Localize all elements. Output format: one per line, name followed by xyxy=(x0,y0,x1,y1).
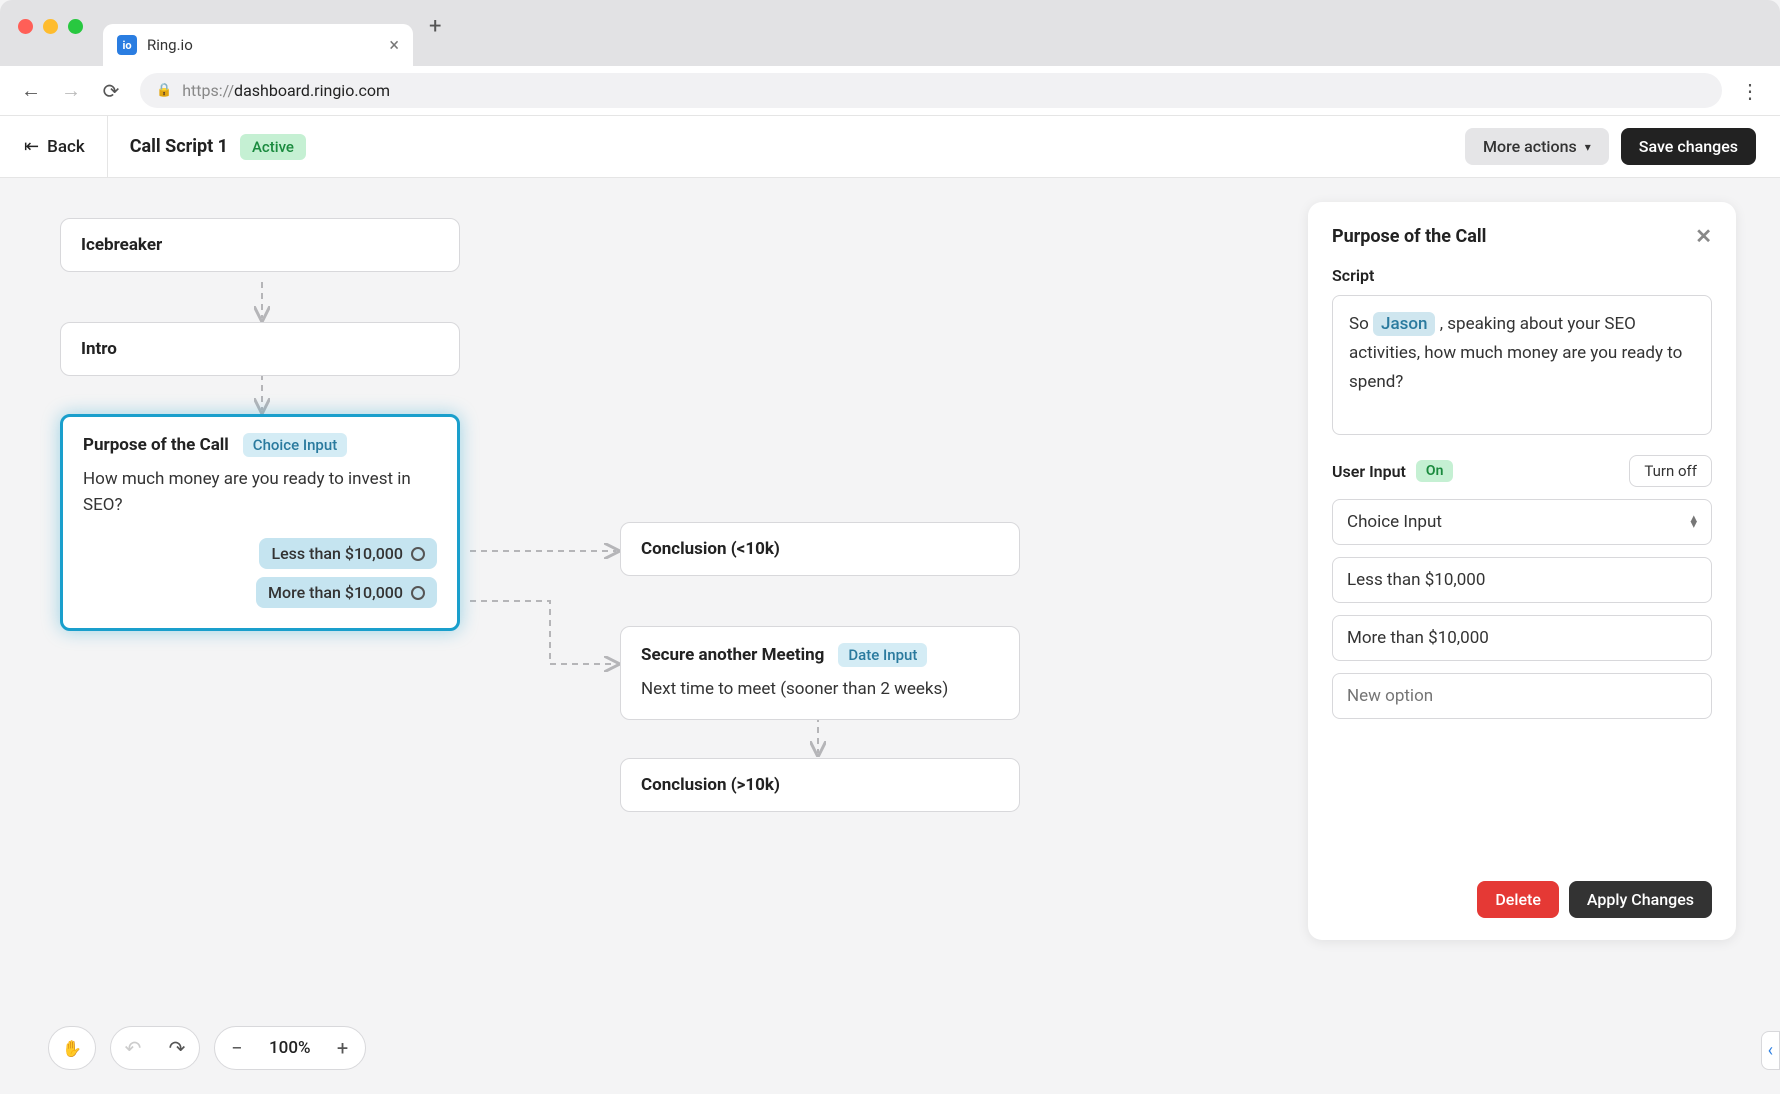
zoom-out-button[interactable]: − xyxy=(215,1036,259,1060)
date-input-tag: Date Input xyxy=(838,643,927,667)
chevron-down-icon: ▾ xyxy=(1585,140,1591,154)
zoom-in-button[interactable]: + xyxy=(321,1036,365,1060)
expand-panel-tab[interactable]: ‹ xyxy=(1761,1031,1780,1070)
node-title: Secure another Meeting xyxy=(641,645,824,665)
favicon-icon: io xyxy=(117,35,137,55)
zoom-controls: ✋ ↶ ↷ − 100% + xyxy=(48,1026,366,1070)
address-bar[interactable]: 🔒 https://dashboard.ringio.com xyxy=(140,73,1722,108)
browser-toolbar: ← → ⟳ 🔒 https://dashboard.ringio.com ⋮ xyxy=(0,66,1780,116)
save-button[interactable]: Save changes xyxy=(1621,128,1756,165)
lock-icon: 🔒 xyxy=(156,83,172,98)
page-title: Call Script 1 xyxy=(130,136,228,157)
script-textarea[interactable]: So Jason , speaking about your SEO activ… xyxy=(1332,295,1712,435)
chevron-left-icon: ‹ xyxy=(1768,1040,1773,1061)
select-caret-icon: ▴▾ xyxy=(1690,516,1697,528)
option-input-1[interactable] xyxy=(1332,557,1712,603)
node-purpose[interactable]: Purpose of the Call Choice Input How muc… xyxy=(60,414,460,631)
node-body: Next time to meet (sooner than 2 weeks) xyxy=(641,677,999,703)
browser-tab[interactable]: io Ring.io × xyxy=(103,24,413,66)
node-title: Icebreaker xyxy=(81,235,439,255)
minimize-window-icon[interactable] xyxy=(43,19,58,34)
node-body: How much money are you ready to invest i… xyxy=(83,467,437,518)
script-label: Script xyxy=(1332,266,1712,285)
choice-option-1[interactable]: Less than $10,000 xyxy=(259,538,437,569)
back-icon[interactable]: ← xyxy=(20,80,42,102)
tab-title: Ring.io xyxy=(147,36,379,54)
flow-canvas[interactable]: Icebreaker Intro Purpose of the Call Cho… xyxy=(0,178,1780,1094)
option-input-2[interactable] xyxy=(1332,615,1712,661)
node-title: Conclusion (<10k) xyxy=(641,539,999,559)
back-label: Back xyxy=(47,137,85,157)
more-actions-label: More actions xyxy=(1483,137,1577,156)
panel-title: Purpose of the Call xyxy=(1332,226,1486,247)
user-input-status-badge: On xyxy=(1416,460,1453,482)
back-button[interactable]: ⇤ Back xyxy=(24,116,108,178)
node-title: Conclusion (>10k) xyxy=(641,775,999,795)
node-conclusion-lt10k[interactable]: Conclusion (<10k) xyxy=(620,522,1020,576)
node-conclusion-gt10k[interactable]: Conclusion (>10k) xyxy=(620,758,1020,812)
zoom-group: − 100% + xyxy=(214,1026,366,1070)
reload-icon[interactable]: ⟳ xyxy=(100,80,122,102)
node-secure-meeting[interactable]: Secure another Meeting Date Input Next t… xyxy=(620,626,1020,720)
window-controls xyxy=(18,19,83,34)
script-text-prefix: So xyxy=(1349,314,1373,334)
status-badge: Active xyxy=(240,134,306,160)
back-arrow-icon: ⇤ xyxy=(24,136,39,157)
forward-icon[interactable]: → xyxy=(60,80,82,102)
browser-tab-strip: io Ring.io × + xyxy=(0,0,1780,66)
input-type-select[interactable]: Choice Input ▴▾ xyxy=(1332,499,1712,545)
turn-off-button[interactable]: Turn off xyxy=(1629,455,1712,487)
undo-button[interactable]: ↶ xyxy=(111,1036,155,1060)
app-header: ⇤ Back Call Script 1 Active More actions… xyxy=(0,116,1780,178)
new-tab-button[interactable]: + xyxy=(429,14,441,39)
node-title: Purpose of the Call xyxy=(83,435,229,455)
pan-tool-button[interactable]: ✋ xyxy=(48,1026,96,1070)
new-option-input[interactable] xyxy=(1332,673,1712,719)
hand-icon: ✋ xyxy=(62,1039,82,1058)
output-port-icon[interactable] xyxy=(411,547,425,561)
select-value: Choice Input xyxy=(1347,512,1442,532)
browser-menu-icon[interactable]: ⋮ xyxy=(1740,79,1760,103)
close-tab-icon[interactable]: × xyxy=(389,35,399,56)
user-input-label: User Input xyxy=(1332,462,1406,481)
apply-changes-button[interactable]: Apply Changes xyxy=(1569,881,1712,918)
properties-panel: Purpose of the Call ✕ Script So Jason , … xyxy=(1308,202,1736,940)
close-panel-icon[interactable]: ✕ xyxy=(1695,224,1712,248)
mention-chip[interactable]: Jason xyxy=(1373,312,1435,336)
choice-option-2[interactable]: More than $10,000 xyxy=(256,577,437,608)
delete-button[interactable]: Delete xyxy=(1477,881,1559,918)
zoom-level: 100% xyxy=(259,1038,321,1058)
url-text: https://dashboard.ringio.com xyxy=(182,81,390,100)
redo-button[interactable]: ↷ xyxy=(155,1036,199,1060)
node-intro[interactable]: Intro xyxy=(60,322,460,376)
maximize-window-icon[interactable] xyxy=(68,19,83,34)
more-actions-button[interactable]: More actions ▾ xyxy=(1465,128,1609,165)
choice-input-tag: Choice Input xyxy=(243,433,347,457)
choice-label: More than $10,000 xyxy=(268,583,403,602)
close-window-icon[interactable] xyxy=(18,19,33,34)
output-port-icon[interactable] xyxy=(411,586,425,600)
node-title: Intro xyxy=(81,339,439,359)
choice-label: Less than $10,000 xyxy=(271,544,403,563)
undo-redo-group: ↶ ↷ xyxy=(110,1026,200,1070)
node-icebreaker[interactable]: Icebreaker xyxy=(60,218,460,272)
